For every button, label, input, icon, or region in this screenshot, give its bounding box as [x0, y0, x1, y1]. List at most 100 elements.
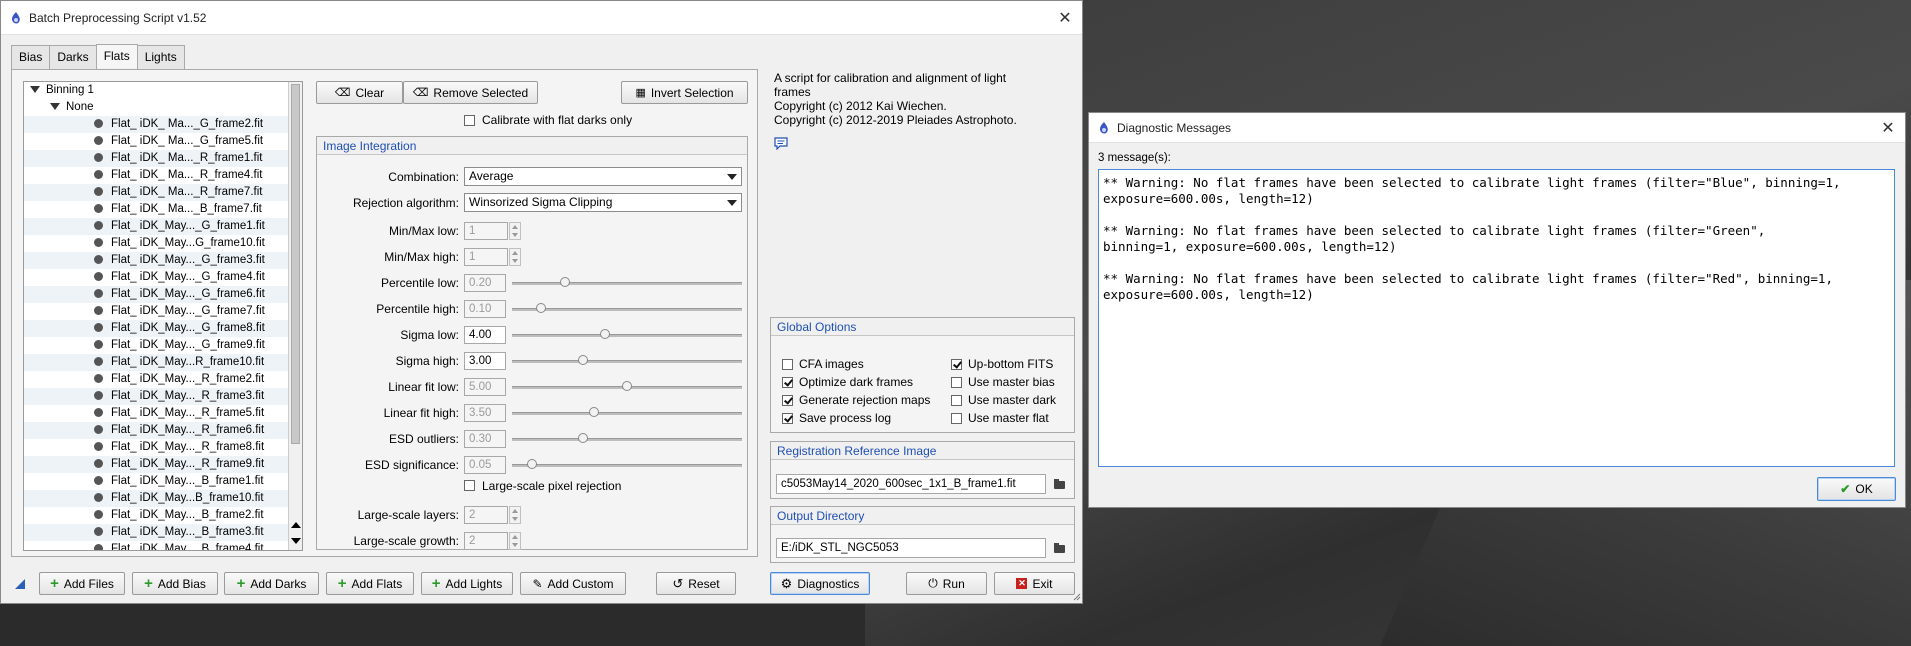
sigma-high-input[interactable]: 3.00 [464, 352, 506, 370]
gen-rejection-checkbox[interactable] [782, 395, 793, 406]
resize-grip-icon[interactable] [1071, 591, 1081, 601]
tree-node-binning[interactable]: Binning 1 [24, 82, 302, 99]
tab-bias[interactable]: Bias [11, 45, 51, 69]
tree-file-item[interactable]: Flat_ iDK_May..._R_frame9.fit [24, 456, 302, 473]
tree-file-item[interactable]: Flat_ iDK_ Ma..._G_frame5.fit [24, 133, 302, 150]
slider-handle[interactable] [578, 355, 588, 365]
minmax-high-input[interactable]: 1 [464, 248, 508, 266]
slider-handle[interactable] [527, 459, 537, 469]
tree-file-item[interactable]: Flat_ iDK_May..._R_frame3.fit [24, 388, 302, 405]
sigma-low-input[interactable]: 4.00 [464, 326, 506, 344]
esd-outliers-input[interactable]: 0.30 [464, 430, 506, 448]
tree-file-item[interactable]: Flat_ iDK_May..._G_frame1.fit [24, 218, 302, 235]
linear-fit-high-input[interactable]: 3.50 [464, 404, 506, 422]
add-custom-button[interactable]: ✎ Add Custom [520, 572, 626, 595]
large-scale-rejection-checkbox[interactable] [464, 480, 475, 491]
large-scale-layers-input[interactable]: 2 [464, 506, 508, 524]
tree-file-item[interactable]: Flat_ iDK_May..._R_frame5.fit [24, 405, 302, 422]
cfa-images-checkbox[interactable] [782, 359, 793, 370]
close-icon[interactable]: ✕ [1871, 118, 1905, 138]
spin-buttons[interactable] [509, 222, 521, 240]
close-icon[interactable]: ✕ [1048, 8, 1082, 28]
tree-file-item[interactable]: Flat_ iDK_May..._B_frame1.fit [24, 473, 302, 490]
tree-file-item[interactable]: Flat_ iDK_May..._G_frame7.fit [24, 303, 302, 320]
add-flats-button[interactable]: + Add Flats [326, 572, 414, 595]
slider-handle[interactable] [560, 277, 570, 287]
tree-file-item[interactable]: Flat_ iDK_May...G_frame10.fit [24, 235, 302, 252]
optimize-dark-checkbox[interactable] [782, 377, 793, 388]
ok-button[interactable]: ✔ OK [1817, 477, 1896, 501]
tree-file-item[interactable]: Flat_ iDK_May..._R_frame6.fit [24, 422, 302, 439]
tree-file-item[interactable]: Flat_ iDK_ Ma..._G_frame2.fit [24, 116, 302, 133]
tab-darks[interactable]: Darks [49, 45, 97, 69]
up-bottom-checkbox[interactable] [951, 359, 962, 370]
add-darks-button[interactable]: + Add Darks [224, 572, 319, 595]
calibrate-flat-darks-checkbox[interactable] [464, 115, 475, 126]
spin-buttons[interactable] [509, 506, 521, 524]
tree-file-item[interactable]: Flat_ iDK_May..._R_frame2.fit [24, 371, 302, 388]
invert-selection-button[interactable]: ▦ Invert Selection [621, 81, 748, 104]
percentile-low-input[interactable]: 0.20 [464, 274, 506, 292]
tree-file-item[interactable]: Flat_ iDK_May..._R_frame8.fit [24, 439, 302, 456]
registration-reference-input[interactable]: c5053May14_2020_600sec_1x1_B_frame1.fit [776, 474, 1046, 494]
speech-bubble-icon[interactable] [774, 137, 788, 150]
percentile-high-input[interactable]: 0.10 [464, 300, 506, 318]
tab-lights[interactable]: Lights [136, 45, 185, 69]
folder-icon[interactable] [1054, 479, 1065, 489]
linear-fit-high-slider[interactable] [512, 407, 742, 417]
sigma-low-slider[interactable] [512, 329, 742, 339]
tree-file-item[interactable]: Flat_ iDK_May..._G_frame8.fit [24, 320, 302, 337]
slider-handle[interactable] [622, 381, 632, 391]
percentile-low-slider[interactable] [512, 277, 742, 287]
tab-flats[interactable]: Flats [95, 44, 138, 68]
esd-significance-slider[interactable] [512, 459, 742, 469]
messages-text-area[interactable]: ** Warning: No flat frames have been sel… [1098, 169, 1895, 467]
tree-scrollbar[interactable] [288, 82, 302, 550]
rejection-algorithm-select[interactable]: Winsorized Sigma Clipping [464, 193, 742, 212]
tree-file-item[interactable]: Flat_ iDK_May..._G_frame9.fit [24, 337, 302, 354]
file-tree[interactable]: Binning 1 None Flat_ iDK_ Ma..._G_frame2… [23, 81, 303, 551]
tree-file-item[interactable]: Flat_ iDK_May..._B_frame3.fit [24, 524, 302, 541]
add-bias-button[interactable]: + Add Bias [132, 572, 218, 595]
master-flat-checkbox[interactable] [951, 413, 962, 424]
minmax-low-input[interactable]: 1 [464, 222, 508, 240]
master-bias-checkbox[interactable] [951, 377, 962, 388]
tree-file-item[interactable]: Flat_ iDK_May..._B_frame4.fit [24, 541, 302, 550]
tree-file-item[interactable]: Flat_ iDK_ Ma..._B_frame7.fit [24, 201, 302, 218]
output-directory-input[interactable]: E:/iDK_STL_NGC5053 [776, 538, 1046, 558]
linear-fit-low-slider[interactable] [512, 381, 742, 391]
tree-file-item[interactable]: Flat_ iDK_May...R_frame10.fit [24, 354, 302, 371]
clear-button[interactable]: ⌫ Clear [316, 81, 403, 104]
slider-handle[interactable] [600, 329, 610, 339]
tree-file-item[interactable]: Flat_ iDK_ Ma..._R_frame7.fit [24, 184, 302, 201]
reset-button[interactable]: ↺ Reset [656, 572, 736, 595]
diagnostics-button[interactable]: ⚙ Diagnostics [770, 572, 870, 595]
scroll-down-arrow-icon[interactable] [291, 538, 301, 544]
add-files-button[interactable]: + Add Files [39, 572, 125, 595]
tree-file-item[interactable]: Flat_ iDK_ Ma..._R_frame4.fit [24, 167, 302, 184]
slider-handle[interactable] [589, 407, 599, 417]
expand-triangle-icon[interactable] [50, 103, 60, 111]
folder-icon[interactable] [1054, 543, 1065, 553]
master-dark-checkbox[interactable] [951, 395, 962, 406]
title-bar[interactable]: Diagnostic Messages ✕ [1089, 113, 1905, 143]
tree-file-item[interactable]: Flat_ iDK_May..._B_frame2.fit [24, 507, 302, 524]
large-scale-growth-input[interactable]: 2 [464, 532, 508, 550]
spin-buttons[interactable] [509, 532, 521, 550]
tree-file-item[interactable]: Flat_ iDK_May..._G_frame4.fit [24, 269, 302, 286]
scrollbar-thumb[interactable] [291, 84, 300, 444]
sigma-high-slider[interactable] [512, 355, 742, 365]
combination-select[interactable]: Average [464, 167, 742, 186]
expand-triangle-icon[interactable] [30, 86, 40, 94]
spin-buttons[interactable] [509, 248, 521, 266]
remove-selected-button[interactable]: ⌫ Remove Selected [403, 81, 538, 104]
esd-significance-input[interactable]: 0.05 [464, 456, 506, 474]
tree-file-item[interactable]: Flat_ iDK_May..._G_frame6.fit [24, 286, 302, 303]
title-bar[interactable]: Batch Preprocessing Script v1.52 ✕ [1, 1, 1082, 35]
slider-handle[interactable] [536, 303, 546, 313]
save-log-checkbox[interactable] [782, 413, 793, 424]
tree-node-filter[interactable]: None [24, 99, 302, 116]
percentile-high-slider[interactable] [512, 303, 742, 313]
add-lights-button[interactable]: + Add Lights [421, 572, 513, 595]
esd-outliers-slider[interactable] [512, 433, 742, 443]
